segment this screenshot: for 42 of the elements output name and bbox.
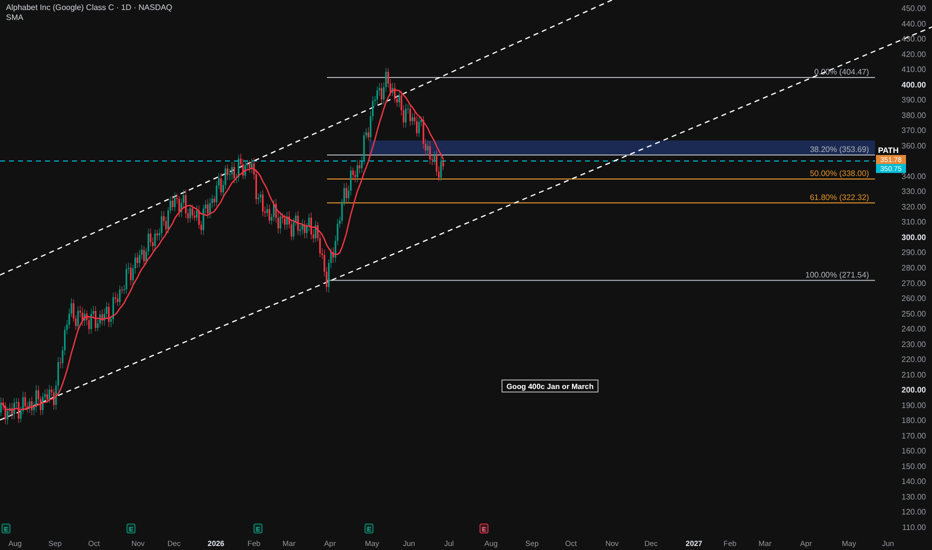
indicator-label: SMA <box>6 13 24 23</box>
price-axis-label: 260.00 <box>902 294 926 304</box>
price-axis-label: 280.00 <box>902 264 926 272</box>
price-axis-label: 360.00 <box>902 141 926 150</box>
price-axis-label: 120.00 <box>902 508 926 517</box>
price-axis-label: 170.00 <box>902 431 926 440</box>
price-axis-label: 400.00 <box>902 80 926 90</box>
price-axis-label: 440.00 <box>902 19 926 28</box>
price-axis-label: 420.00 <box>902 50 926 59</box>
price-axis-label: 310.00 <box>902 218 926 227</box>
price-axis-label: 380.00 <box>902 110 926 120</box>
fib-level-label: 100.00% (271.54) <box>805 270 869 280</box>
price-axis-label: 110.00 <box>902 523 926 532</box>
price-axis-label: 210.00 <box>902 370 926 380</box>
price-axis-label: 140.00 <box>902 477 926 486</box>
price-axis-label: 230.00 <box>902 340 926 349</box>
fib-level-label: 61.80% (322.32) <box>810 192 869 202</box>
price-axis-label: 290.00 <box>902 248 926 258</box>
price-axis-label: 410.00 <box>902 65 926 74</box>
price-axis-label: 240.00 <box>902 324 926 334</box>
fib-level-label: 38.20% (353.69) <box>810 145 869 154</box>
price-axis-label: 200.00 <box>902 386 926 395</box>
price-axis-label: 190.00 <box>902 400 926 410</box>
price-axis-label: 270.00 <box>902 278 926 288</box>
symbol-title: Alphabet Inc (Google) Class C · 1D · NASDAQ <box>6 3 172 13</box>
fib-level-label: 0.00% (404.47) <box>814 68 869 76</box>
symbol-tag: PATH <box>878 146 899 155</box>
price-axis-label: 430.00 <box>902 34 926 44</box>
price-axis-label: 330.00 <box>902 187 926 196</box>
price-axis-label: 220.00 <box>902 355 926 364</box>
fib-level-label: 50.00% (338.00) <box>810 168 869 178</box>
price-axis-label: 150.00 <box>902 462 926 471</box>
price-axis-label: 300.00 <box>902 232 926 242</box>
price-axis-label: 390.00 <box>902 96 926 105</box>
price-axis-label: 130.00 <box>902 492 926 502</box>
price-axis-label: 340.00 <box>902 172 926 181</box>
price-axis-label: 370.00 <box>902 126 926 136</box>
price-axis-label: 160.00 <box>902 446 926 456</box>
price-axis-label: 450.00 <box>902 4 926 13</box>
price-axis-label: 180.00 <box>902 416 926 426</box>
price-axis-label: 250.00 <box>902 309 926 318</box>
price-axis-label: 320.00 <box>902 202 926 212</box>
